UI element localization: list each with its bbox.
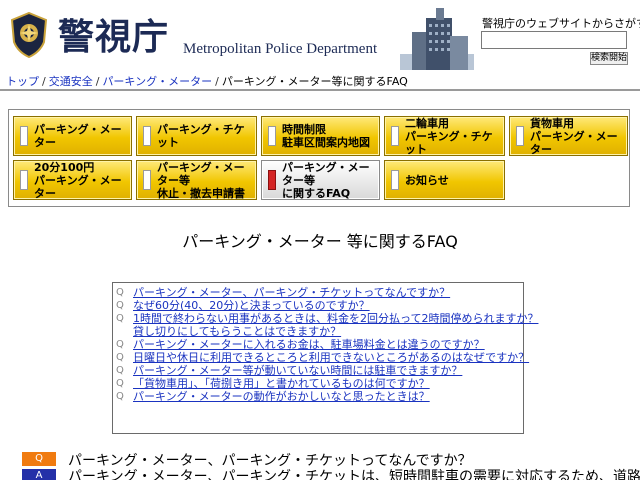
nav-button-label: 貨物車用 パーキング・メーター bbox=[530, 116, 618, 156]
nav-button-freight-meter[interactable]: 貨物車用 パーキング・メーター bbox=[509, 116, 628, 156]
faq-index-item: Q パーキング・メーターの動作がおかしいなと思ったときは？ bbox=[113, 390, 523, 403]
question-badge: Q bbox=[22, 452, 56, 466]
nav-tab-marker bbox=[143, 126, 151, 146]
faq-link[interactable]: パーキング・メーターに入れるお金は、駐車場料金とは違うのですか？ bbox=[133, 338, 485, 351]
faq-q-marker: Q bbox=[116, 287, 124, 298]
nav-tab-marker bbox=[20, 170, 28, 190]
site-search-input[interactable] bbox=[481, 31, 627, 49]
nav-tab-marker bbox=[143, 170, 151, 190]
faq-index-item: Q パーキング・メーター等が動いていない時間には駐車できますか？ bbox=[113, 364, 523, 377]
nav-button-label: 20分100円 パーキング・メーター bbox=[34, 160, 122, 200]
faq-q-marker: Q bbox=[116, 313, 124, 324]
page-title: パーキング・メーター 等に関するFAQ bbox=[182, 232, 458, 251]
nav-button-news[interactable]: お知らせ bbox=[384, 160, 505, 200]
site-title[interactable]: 警視庁 bbox=[58, 16, 169, 58]
faq-link[interactable]: 1時間で終わらない用事があるときは、料金を2回分払って2時間停められますか？ 貸し… bbox=[133, 312, 539, 338]
nav-tab-marker bbox=[391, 170, 399, 190]
police-emblem-icon[interactable] bbox=[10, 12, 48, 58]
search-caption: 警視庁のウェブサイトからさがす bbox=[482, 17, 640, 30]
nav-tab-marker bbox=[20, 126, 28, 146]
faq-link[interactable]: 日曜日や休日に利用できるところと利用できないところがあるのはなぜですか？ bbox=[133, 351, 529, 364]
breadcrumb-link-parking-meter[interactable]: パーキング・メーター bbox=[102, 75, 212, 88]
nav-button-label: パーキング・メーター等 に関するFAQ bbox=[282, 160, 370, 200]
breadcrumb-divider bbox=[0, 89, 640, 91]
nav-button-parking-ticket[interactable]: パーキング・チケット bbox=[136, 116, 257, 156]
faq-link[interactable]: パーキング・メーター、パーキング・チケットってなんですか？ bbox=[133, 286, 450, 299]
breadcrumb-current: パーキング・メーター等に関するFAQ bbox=[221, 75, 408, 88]
nav-tab-marker bbox=[391, 126, 399, 146]
nav-button-parking-meter[interactable]: パーキング・メーター bbox=[13, 116, 132, 156]
headquarters-building-image bbox=[398, 8, 476, 70]
nav-button-time-limit-map[interactable]: 時間制限 駐車区間案内地図 bbox=[261, 116, 380, 156]
breadcrumb-separator: / bbox=[215, 75, 219, 88]
site-header: 警視庁 Metropolitan Police Department 警視庁のウ… bbox=[0, 0, 640, 70]
breadcrumb: トップ / 交通安全 / パーキング・メーター / パーキング・メーター等に関するFAQ bbox=[6, 73, 408, 89]
faq-index-item: Q パーキング・メーター、パーキング・チケットってなんですか？ bbox=[113, 286, 523, 299]
breadcrumb-link-traffic-safety[interactable]: 交通安全 bbox=[49, 75, 93, 88]
nav-button-20min-meter[interactable]: 20分100円 パーキング・メーター bbox=[13, 160, 132, 200]
faq-index-item: Q パーキング・メーターに入れるお金は、駐車場料金とは違うのですか？ bbox=[113, 338, 523, 351]
faq-link[interactable]: なぜ60分(40、20分)と決まっているのですか？ bbox=[133, 299, 370, 312]
breadcrumb-link-top[interactable]: トップ bbox=[6, 75, 39, 88]
faq-q-marker: Q bbox=[116, 352, 124, 363]
faq-index-item: Q 日曜日や休日に利用できるところと利用できないところがあるのはなぜですか？ bbox=[113, 351, 529, 364]
faq-q-marker: Q bbox=[116, 365, 124, 376]
nav-button-label: 時間制限 駐車区間案内地図 bbox=[282, 123, 370, 149]
breadcrumb-separator: / bbox=[42, 75, 46, 88]
nav-tab-marker bbox=[268, 126, 276, 146]
answer-badge: A bbox=[22, 469, 56, 480]
faq-q-marker: Q bbox=[116, 391, 124, 402]
nav-tab-marker bbox=[516, 126, 524, 146]
nav-button-faq[interactable]: パーキング・メーター等 に関するFAQ bbox=[261, 160, 380, 200]
nav-button-label: パーキング・メーター bbox=[34, 123, 122, 149]
nav-button-suspension-application[interactable]: パーキング・メーター等 休止・撤去申請書 bbox=[136, 160, 257, 200]
faq-index-item: Q なぜ60分(40、20分)と決まっているのですか？ bbox=[113, 299, 523, 312]
faq-index-box: Q パーキング・メーター、パーキング・チケットってなんですか？ Q なぜ60分(… bbox=[112, 282, 539, 434]
faq-q-marker: Q bbox=[116, 378, 124, 389]
faq-link-line: 貸し切りにしてもらうことはできますか？ bbox=[133, 325, 342, 338]
faq-link-line: 1時間で終わらない用事があるときは、料金を2回分払って2時間停められますか？ bbox=[133, 312, 539, 325]
faq-index-item: Q 「貨物車用」、「荷捌き用」と書かれているものは何ですか？ bbox=[113, 377, 523, 390]
nav-button-label: パーキング・チケット bbox=[157, 123, 245, 149]
nav-button-label: お知らせ bbox=[405, 173, 449, 187]
faq-link[interactable]: パーキング・メーター等が動いていない時間には駐車できますか？ bbox=[133, 364, 462, 377]
faq-q-marker: Q bbox=[116, 300, 124, 311]
nav-button-label: パーキング・メーター等 休止・撤去申請書 bbox=[157, 160, 245, 200]
site-title-english[interactable]: Metropolitan Police Department bbox=[183, 41, 377, 58]
breadcrumb-separator: / bbox=[95, 75, 100, 88]
nav-button-label: 二輪車用 パーキング・チケット bbox=[405, 116, 493, 156]
section-nav-panel: パーキング・メーター パーキング・チケット 時間制限 駐車区間案内地図 二輪車用… bbox=[8, 109, 630, 207]
faq-link[interactable]: 「貨物車用」、「荷捌き用」と書かれているものは何ですか？ bbox=[133, 377, 430, 390]
nav-button-motorcycle-ticket[interactable]: 二輪車用 パーキング・チケット bbox=[384, 116, 505, 156]
search-button[interactable]: 検索開始 bbox=[590, 52, 628, 65]
nav-tab-marker bbox=[268, 170, 276, 190]
faq-index-item: Q 1時間で終わらない用事があるときは、料金を2回分払って2時間停められますか？… bbox=[113, 312, 539, 338]
faq-q-marker: Q bbox=[116, 339, 124, 350]
answer-text: パーキング・メーター、パーキング・チケットは、短時間駐車の需要に対応するため、道… bbox=[68, 469, 640, 480]
faq-link[interactable]: パーキング・メーターの動作がおかしいなと思ったときは？ bbox=[133, 390, 430, 403]
